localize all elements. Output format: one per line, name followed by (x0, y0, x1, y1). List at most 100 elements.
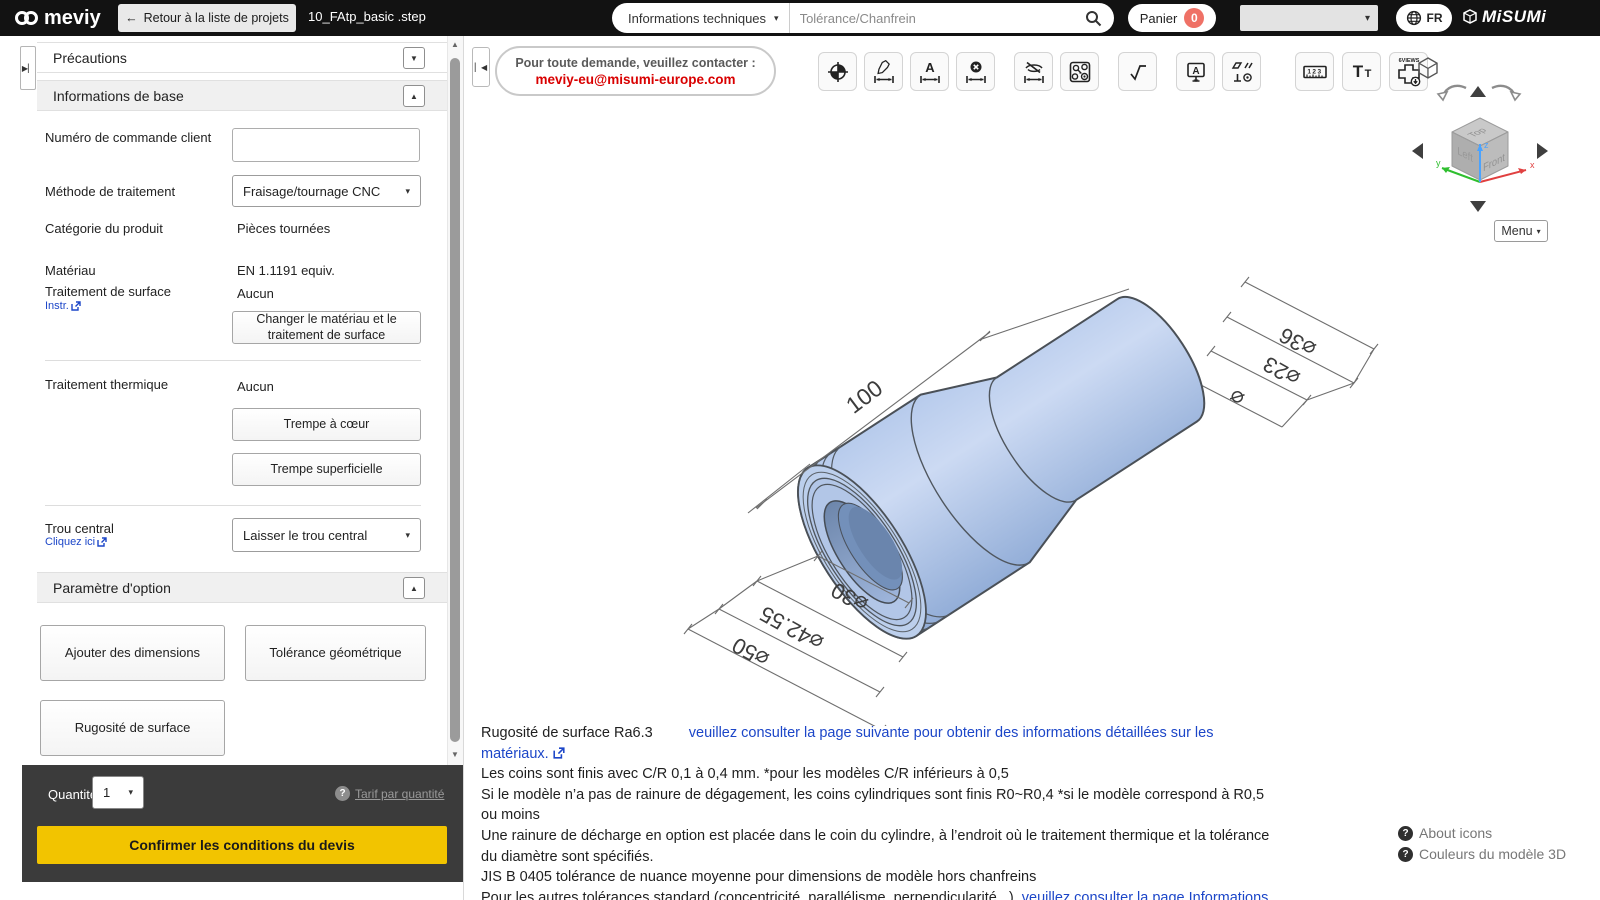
processing-method-label: Méthode de traitement (45, 184, 175, 200)
contact-text: Pour toute demande, veuillez contacter : (515, 56, 755, 70)
order-number-label: Numéro de commande client (45, 130, 220, 146)
tolerance-notes: Rugosité de surface Ra6.3 veuillez consu… (481, 723, 1281, 900)
chevron-down-icon: ▾ (405, 530, 410, 541)
surface-treatment-value: Aucun (237, 286, 274, 301)
search-category-select[interactable]: Informations techniques ▾ (612, 3, 790, 33)
search-bar: Informations techniques ▾ (612, 3, 1114, 33)
center-hole-value: Laisser le trou central (243, 528, 367, 543)
note-line-2: Les coins sont finis avec C/R 0,1 à 0,4 … (481, 764, 1281, 785)
quantity-value: 1 (103, 785, 110, 800)
center-hole-select[interactable]: Laisser le trou central ▾ (232, 518, 421, 552)
center-hole-link[interactable]: Cliquez ici (45, 536, 107, 548)
collapse-button[interactable]: ▲ (403, 577, 425, 599)
meviy-app: meviy ← Retour à la liste de projets 10_… (0, 0, 1600, 900)
measure-button[interactable]: 123 (1295, 52, 1334, 91)
brand-text: meviy (44, 7, 101, 30)
text-size-icon: T T (1350, 60, 1374, 84)
svg-text:123: 123 (1307, 68, 1322, 75)
section-options[interactable]: Paramètre d'option ▲ (37, 572, 449, 603)
svg-text:A: A (925, 60, 935, 75)
geometric-tolerance-button[interactable]: Tolérance géométrique (245, 625, 426, 681)
surface-roughness-button[interactable]: Rugosité de surface (40, 700, 225, 756)
auto-dimension-pattern-button[interactable] (1060, 52, 1099, 91)
back-to-projects-button[interactable]: ← Retour à la liste de projets (118, 4, 296, 32)
dim-label-end-outer: ⌀36 (1275, 322, 1320, 362)
heat-treatment-value: Aucun (237, 379, 274, 394)
about-icons-link[interactable]: ? About icons (1398, 825, 1492, 841)
globe-icon (1406, 10, 1422, 26)
isometric-view-icon[interactable] (1416, 56, 1440, 80)
edit-dimension-button[interactable] (864, 52, 903, 91)
letter-monitor-icon: A (1184, 60, 1208, 84)
quench-core-button[interactable]: Trempe à cœur (232, 408, 421, 441)
delete-dimension-button[interactable] (956, 52, 995, 91)
collapse-button[interactable]: ▲ (403, 85, 425, 107)
search-category-value: Informations techniques (628, 11, 766, 26)
about-icons-label: About icons (1419, 825, 1492, 841)
chevron-down-icon: ▾ (1365, 13, 1370, 24)
quantity-panel: Quantité 1 ▾ ? Tarif par quantité Confir… (22, 765, 463, 882)
roughness-text: Rugosité de surface Ra6.3 (481, 725, 653, 741)
category-value: Pièces tournées (237, 221, 330, 236)
center-hole-link-label: Cliquez ici (45, 536, 95, 548)
misumi-logo[interactable]: MiSUMi (1462, 7, 1546, 27)
dim-label-length: 100 (841, 375, 887, 419)
search-icon[interactable] (1085, 10, 1114, 27)
geometric-tolerance-button-toolbar[interactable] (1222, 52, 1261, 91)
section-title: Précautions (53, 50, 127, 66)
back-arrow-icon: ← (125, 11, 138, 25)
delete-dimension-icon (964, 60, 988, 84)
quench-surface-button[interactable]: Trempe superficielle (232, 453, 421, 486)
material-value: EN 1.1191 equiv. (237, 263, 335, 278)
category-label: Catégorie du produit (45, 221, 163, 237)
order-number-input[interactable] (232, 128, 420, 162)
scrollbar-thumb[interactable] (450, 58, 460, 742)
external-link-icon[interactable] (553, 747, 565, 759)
text-size-button[interactable]: T T (1342, 52, 1381, 91)
confirm-quote-button[interactable]: Confirmer les conditions du devis (37, 826, 447, 864)
quantity-select[interactable]: 1 ▾ (92, 776, 144, 809)
external-link-icon (71, 301, 81, 311)
processing-method-select[interactable]: Fraisage/tournage CNC ▾ (232, 175, 421, 207)
section-precautions[interactable]: Précautions ▼ (37, 42, 449, 73)
section-basic-info[interactable]: Informations de base ▲ (37, 80, 449, 111)
cart-button[interactable]: Panier 0 (1128, 4, 1216, 32)
search-input[interactable] (790, 11, 1085, 26)
3d-viewer-canvas[interactable]: ⌀36 ⌀23 ⌀ (470, 96, 1540, 726)
external-link-icon (97, 537, 107, 547)
tariff-per-quantity-link[interactable]: ? Tarif par quantité (335, 786, 444, 801)
change-material-button[interactable]: Changer le matériau et le traitement de … (232, 311, 421, 344)
meviy-logo[interactable]: meviy (14, 0, 101, 36)
annotation-display-button[interactable]: A (1176, 52, 1215, 91)
svg-text:A: A (1192, 66, 1199, 77)
model-colors-label: Couleurs du modèle 3D (1419, 846, 1566, 862)
contact-pill: Pour toute demande, veuillez contacter :… (495, 46, 776, 96)
note-line-3: Si le modèle n’a pas de rainure de dégag… (481, 785, 1281, 826)
surface-finish-button[interactable] (1118, 52, 1157, 91)
hide-dimensions-button[interactable] (1014, 52, 1053, 91)
model-colors-link[interactable]: ? Couleurs du modèle 3D (1398, 846, 1566, 862)
scroll-down-arrow[interactable]: ▼ (449, 750, 461, 759)
quantity-label: Quantité (48, 787, 97, 802)
instructions-link-label: Instr. (45, 300, 69, 312)
instructions-link[interactable]: Instr. (45, 300, 81, 312)
std-tolerance-text: Pour les autres tolérances standard (con… (481, 890, 1018, 900)
viewer-collapse-handle[interactable]: ▏◀ (472, 47, 490, 87)
datum-target-button[interactable] (818, 52, 857, 91)
surface-roughness-icon (1126, 60, 1150, 84)
collapse-button[interactable]: ▼ (403, 47, 425, 69)
text-dimension-button[interactable]: A (910, 52, 949, 91)
contact-email-link[interactable]: meviy-eu@misumi-europe.com (536, 72, 736, 87)
question-icon: ? (1398, 826, 1413, 841)
add-dimensions-button[interactable]: Ajouter des dimensions (40, 625, 225, 681)
back-button-label: Retour à la liste de projets (144, 11, 289, 25)
question-icon: ? (1398, 847, 1413, 862)
hole-pattern-icon (1068, 60, 1092, 84)
language-switch[interactable]: FR (1396, 4, 1452, 32)
sidebar-collapse-handle[interactable]: ▶▏ (20, 46, 36, 90)
svg-text:T: T (1352, 62, 1363, 81)
scroll-up-arrow[interactable]: ▲ (449, 40, 461, 49)
material-label: Matériau (45, 263, 96, 279)
divider (45, 505, 421, 506)
account-select[interactable]: ▾ (1240, 5, 1378, 31)
